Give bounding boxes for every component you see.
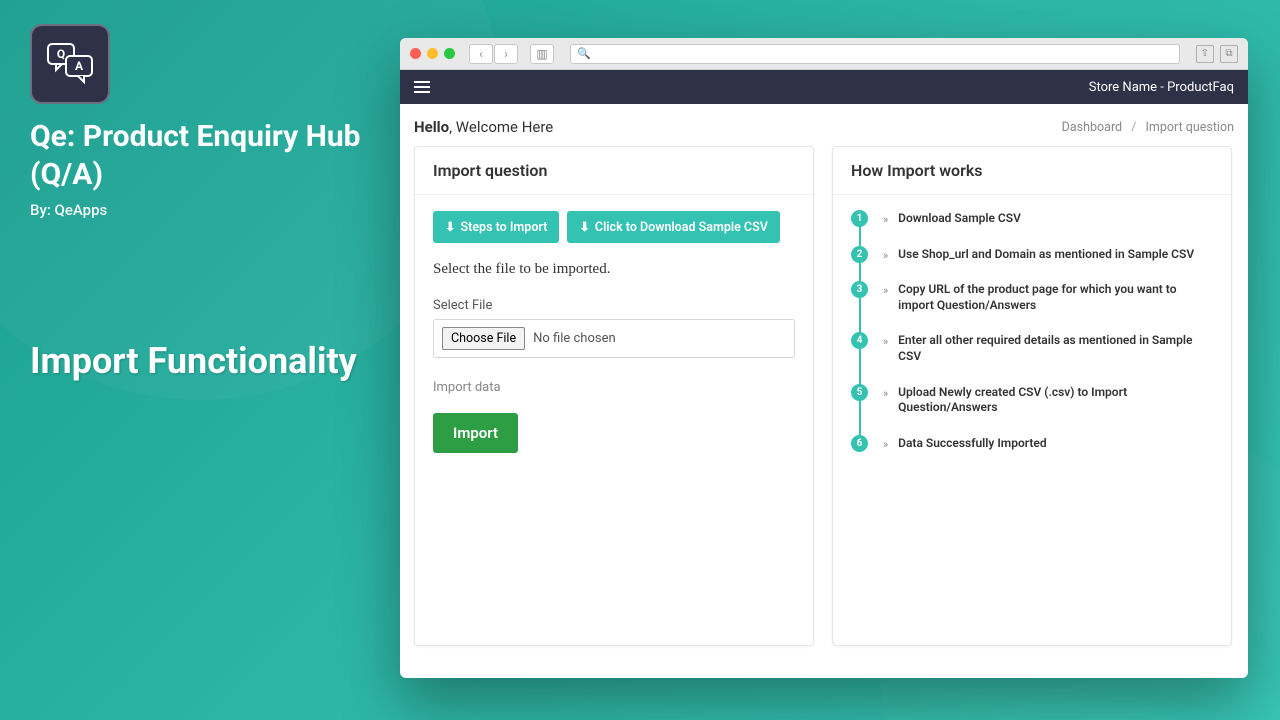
forward-button[interactable]: › [494, 44, 518, 64]
store-name: Store Name - ProductFaq [1089, 80, 1234, 95]
import-helper-text: Import data [433, 380, 795, 395]
list-item: 1»Download Sample CSV [883, 211, 1213, 227]
maximize-icon[interactable] [444, 48, 455, 59]
list-item: 2»Use Shop_url and Domain as mentioned i… [883, 247, 1213, 263]
list-item: 6»Data Successfully Imported [883, 436, 1213, 452]
import-button[interactable]: Import [433, 413, 518, 453]
download-sample-button[interactable]: ⬇ Click to Download Sample CSV [567, 211, 779, 243]
address-bar[interactable]: 🔍 [570, 44, 1180, 64]
select-file-label: Select File [433, 298, 795, 313]
select-file-heading: Select the file to be imported. [433, 261, 795, 278]
list-item: 4»Enter all other required details as me… [883, 333, 1213, 364]
app-logo: Q A [30, 24, 110, 104]
breadcrumb-dashboard[interactable]: Dashboard [1062, 120, 1122, 135]
file-status: No file chosen [533, 331, 616, 346]
menu-icon[interactable] [414, 78, 430, 96]
how-import-title: How Import works [833, 147, 1231, 195]
file-input[interactable]: Choose File No file chosen [433, 319, 795, 358]
minimize-icon[interactable] [427, 48, 438, 59]
choose-file-button[interactable]: Choose File [442, 327, 525, 350]
chevron-right-icon: » [883, 387, 888, 400]
share-icon[interactable]: ⇧ [1196, 45, 1214, 63]
greeting: Hello, Welcome Here [414, 118, 553, 136]
browser-window: ‹ › ▥ 🔍 ⇧ ⧉ Store Name - ProductFaq Hell… [400, 38, 1248, 678]
chevron-right-icon: » [883, 438, 888, 451]
search-icon: 🔍 [577, 47, 591, 60]
chevron-right-icon: » [883, 213, 888, 226]
sidebar-toggle-icon[interactable]: ▥ [530, 44, 554, 64]
import-steps-list: 1»Download Sample CSV 2»Use Shop_url and… [851, 211, 1213, 451]
svg-text:A: A [75, 59, 84, 73]
browser-chrome: ‹ › ▥ 🔍 ⇧ ⧉ [400, 38, 1248, 70]
chevron-right-icon: » [883, 335, 888, 348]
chevron-right-icon: » [883, 249, 888, 262]
breadcrumb-current: Import question [1146, 120, 1234, 135]
window-controls [410, 48, 455, 59]
page-heading: Import Functionality [30, 340, 357, 382]
app-by: By: QeApps [30, 201, 370, 219]
tabs-icon[interactable]: ⧉ [1220, 45, 1238, 63]
download-icon: ⬇ [579, 219, 589, 235]
promo-panel: Q A Qe: Product Enquiry Hub (Q/A) By: Qe… [30, 24, 370, 219]
close-icon[interactable] [410, 48, 421, 59]
chevron-right-icon: » [883, 284, 888, 297]
how-import-card: How Import works 1»Download Sample CSV 2… [832, 146, 1232, 646]
list-item: 5»Upload Newly created CSV (.csv) to Imp… [883, 385, 1213, 416]
import-card-title: Import question [415, 147, 813, 195]
svg-text:Q: Q [57, 47, 65, 61]
app-topbar: Store Name - ProductFaq [400, 70, 1248, 104]
steps-to-import-button[interactable]: ⬇ Steps to Import [433, 211, 559, 243]
download-icon: ⬇ [445, 219, 455, 235]
breadcrumb: Dashboard / Import question [1062, 120, 1234, 135]
back-button[interactable]: ‹ [469, 44, 493, 64]
import-card: Import question ⬇ Steps to Import ⬇ Clic… [414, 146, 814, 646]
app-title: Qe: Product Enquiry Hub (Q/A) [30, 118, 370, 193]
list-item: 3»Copy URL of the product page for which… [883, 282, 1213, 313]
